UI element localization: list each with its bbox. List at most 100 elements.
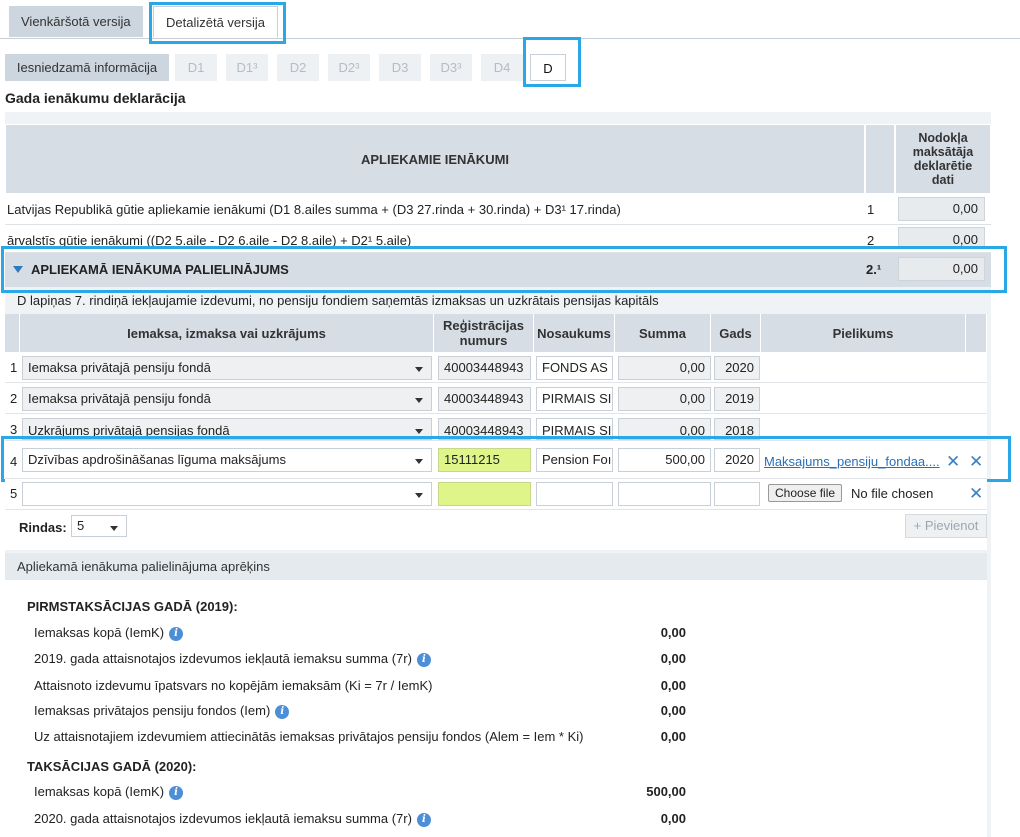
- reg-number-field[interactable]: 15111215: [438, 448, 531, 472]
- header-num-col: [865, 124, 895, 194]
- name-field[interactable]: Pension Foı: [536, 448, 613, 472]
- remove-attachment-icon[interactable]: ✕: [946, 453, 960, 470]
- info-icon[interactable]: i: [169, 626, 184, 641]
- section-note: D lapiņas 7. rindiņā iekļaujamie izdevum…: [17, 293, 659, 308]
- subtab-d1[interactable]: D1: [175, 54, 217, 81]
- col-header-type: Iemaksa, izmaksa vai uzkrājums: [20, 314, 434, 352]
- expand-triangle-icon[interactable]: [13, 266, 23, 273]
- year-field[interactable]: 2018: [714, 418, 760, 440]
- page-title: Gada ienākumu deklarācija: [5, 90, 186, 106]
- row-value-field[interactable]: 0,00: [898, 197, 985, 221]
- name-field[interactable]: [536, 482, 613, 506]
- name-field[interactable]: PIRMAIS SI: [536, 418, 613, 440]
- row-value-field[interactable]: 0,00: [898, 227, 985, 249]
- col-header-name: Nosaukums: [534, 314, 615, 352]
- section-value-field[interactable]: 0,00: [898, 257, 985, 281]
- calc-value: 0,00: [660, 651, 686, 666]
- reg-number-field[interactable]: 40003448943: [438, 387, 531, 411]
- row-number: 1: [867, 202, 875, 217]
- calc-line: 2019. gada attaisnotajos izdevumos iekļa…: [34, 651, 431, 667]
- row-foreign-income: ārvalstīs gūtie ienākumi ((D2 5.aile - D…: [5, 225, 991, 253]
- calc-line: Uz attaisnotajiem izdevumiem attiecinātā…: [34, 729, 584, 744]
- calc-body: PIRMSTAKSĀCIJAS GADĀ (2019): Iemaksas ko…: [5, 580, 987, 837]
- subtab-d2[interactable]: D2: [277, 54, 319, 81]
- row-lr-income: Latvijas Republikā gūtie apliekamie ienā…: [5, 194, 991, 225]
- subtab-d1-3[interactable]: D1³: [226, 54, 268, 81]
- table-footer: Rindas: 5 + Pievienot: [5, 510, 987, 550]
- sum-field[interactable]: 500,00: [618, 448, 711, 472]
- rows-count-select[interactable]: 5: [71, 515, 127, 537]
- subtab-d3[interactable]: D3: [379, 54, 421, 81]
- calc-line: Iemaksas kopā (IemK) i: [34, 784, 184, 800]
- table-row: 1 Iemaksa privātajā pensiju fondā 400034…: [5, 352, 987, 383]
- info-icon[interactable]: i: [416, 812, 431, 827]
- taxation-title: TAKSĀCIJAS GADĀ (2020):: [27, 759, 197, 774]
- subtab-d4[interactable]: D4: [481, 54, 523, 81]
- sum-field[interactable]: 0,00: [618, 387, 711, 411]
- calc-value: 500,00: [646, 784, 686, 799]
- calc-value: 0,00: [660, 678, 686, 693]
- tab-simplified-version[interactable]: Vienkāršotā versija: [9, 6, 143, 37]
- sum-field[interactable]: 0,00: [618, 356, 711, 380]
- col-header-index: [5, 314, 20, 352]
- sum-field[interactable]: [618, 482, 711, 506]
- year-field[interactable]: 2019: [714, 387, 760, 411]
- row-index: 5: [10, 486, 18, 501]
- section-income-increase[interactable]: APLIEKAMĀ IENĀKUMA PALIELINĀJUMS 2.¹ 0,0…: [5, 253, 991, 287]
- reg-number-field[interactable]: 40003448943: [438, 356, 531, 380]
- subtab-d3-3[interactable]: D3³: [430, 54, 472, 81]
- info-icon[interactable]: i: [169, 785, 184, 800]
- tab-detailed-version[interactable]: Detalizētā versija: [153, 6, 278, 38]
- calc-line: Attaisnoto izdevumu īpatsvars no kopējām…: [34, 678, 433, 693]
- reg-number-field[interactable]: 40003448943: [438, 418, 531, 440]
- calc-line: Iemaksas kopā (IemK) i: [34, 625, 184, 641]
- row-number: 2: [867, 233, 875, 248]
- pre-taxation-title: PIRMSTAKSĀCIJAS GADĀ (2019):: [27, 599, 238, 614]
- type-select[interactable]: Uzkrājums privātajā pensijas fondā: [22, 418, 432, 440]
- year-field[interactable]: 2020: [714, 448, 760, 472]
- add-row-button[interactable]: + Pievienot: [905, 514, 987, 538]
- subtab-d2-3[interactable]: D2³: [328, 54, 370, 81]
- row-index: 2: [10, 391, 18, 406]
- calc-line: Iemaksas privātajos pensiju fondos (Iem)…: [34, 703, 290, 719]
- year-field[interactable]: [714, 482, 760, 506]
- section-title: APLIEKAMĀ IENĀKUMA PALIELINĀJUMS: [31, 262, 289, 277]
- subtab-d[interactable]: D: [530, 54, 566, 81]
- year-field[interactable]: 2020: [714, 356, 760, 380]
- type-select[interactable]: Dzīvības apdrošināšanas līguma maksājums: [22, 448, 432, 472]
- attachment-link[interactable]: Maksajums_pensiju_fondaa....: [764, 454, 940, 469]
- rows-label: Rindas:: [19, 520, 67, 535]
- table-row: 4 Dzīvības apdrošināšanas līguma maksāju…: [5, 441, 987, 479]
- col-header-sum: Summa: [615, 314, 711, 352]
- calc-header: Apliekamā ienākuma palielinājuma aprēķin…: [5, 553, 987, 580]
- calc-value: 0,00: [660, 811, 686, 826]
- type-select[interactable]: Iemaksa privātajā pensiju fondā: [22, 356, 432, 380]
- row-label: Latvijas Republikā gūtie apliekamie ienā…: [7, 202, 621, 217]
- info-icon[interactable]: i: [275, 704, 290, 719]
- delete-row-icon[interactable]: ✕: [969, 453, 983, 470]
- delete-row-icon[interactable]: ✕: [969, 485, 983, 502]
- type-select[interactable]: Iemaksa privātajā pensiju fondā: [22, 387, 432, 411]
- table-row: 3 Uzkrājums privātajā pensijas fondā 400…: [5, 414, 987, 441]
- col-header-attachment: Pielikums: [761, 314, 966, 352]
- calc-value: 0,00: [660, 703, 686, 718]
- info-icon[interactable]: i: [416, 652, 431, 667]
- reg-number-field[interactable]: [438, 482, 531, 506]
- header-declared-data: Nodokļa maksātāja deklarētie dati: [895, 124, 991, 194]
- sum-field[interactable]: 0,00: [618, 418, 711, 440]
- name-field[interactable]: PIRMAIS SI: [536, 387, 613, 411]
- calc-line: 2020. gada attaisnotajos izdevumos iekļa…: [34, 811, 431, 827]
- col-header-year: Gads: [711, 314, 761, 352]
- choose-file-button[interactable]: Choose file: [768, 484, 843, 502]
- row-index: 3: [10, 422, 18, 437]
- section-number: 2.¹: [866, 262, 882, 277]
- calc-value: 0,00: [660, 729, 686, 744]
- col-header-reg-number: Reģistrācijas numurs: [434, 314, 534, 352]
- type-select[interactable]: [22, 482, 432, 506]
- row-index: 1: [10, 360, 18, 375]
- calc-value: 0,00: [660, 625, 686, 640]
- row-label: ārvalstīs gūtie ienākumi ((D2 5.aile - D…: [7, 233, 412, 248]
- name-field[interactable]: FONDS AS: [536, 356, 613, 380]
- row-index: 4: [10, 454, 18, 469]
- subtab-submitted-info[interactable]: Iesniedzamā informācija: [5, 54, 169, 81]
